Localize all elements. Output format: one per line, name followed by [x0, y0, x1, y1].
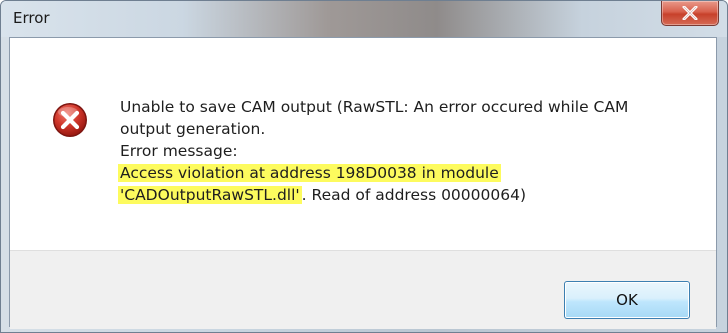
- message-line-4: Access violation at address 198D0038 in …: [118, 162, 700, 184]
- error-icon: [53, 103, 87, 137]
- highlighted-text-2: 'CADOutputRawSTL.dll': [118, 186, 302, 204]
- highlighted-text-1: Access violation at address 198D0038 in …: [118, 164, 501, 182]
- button-bar: OK: [10, 250, 716, 329]
- message-line-2: output generation.: [120, 120, 266, 138]
- close-icon: [682, 6, 698, 20]
- dialog-client-area: Unable to save CAM output (RawSTL: An er…: [9, 37, 717, 329]
- message-line-5-rest: . Read of address 00000064): [301, 186, 527, 204]
- close-button[interactable]: [661, 1, 719, 26]
- message-line-5: 'CADOutputRawSTL.dll'. Read of address 0…: [118, 184, 700, 206]
- message-line-3: Error message:: [120, 142, 238, 160]
- error-dialog: Error Unable to save CAM output (RawSTL:…: [0, 0, 728, 333]
- message-area: Unable to save CAM output (RawSTL: An er…: [10, 38, 716, 250]
- error-message: Unable to save CAM output (RawSTL: An er…: [118, 96, 700, 206]
- window-title: Error: [13, 9, 50, 27]
- title-bar[interactable]: Error: [1, 1, 727, 37]
- ok-button[interactable]: OK: [564, 281, 690, 319]
- message-line-1: Unable to save CAM output (RawSTL: An er…: [120, 98, 629, 116]
